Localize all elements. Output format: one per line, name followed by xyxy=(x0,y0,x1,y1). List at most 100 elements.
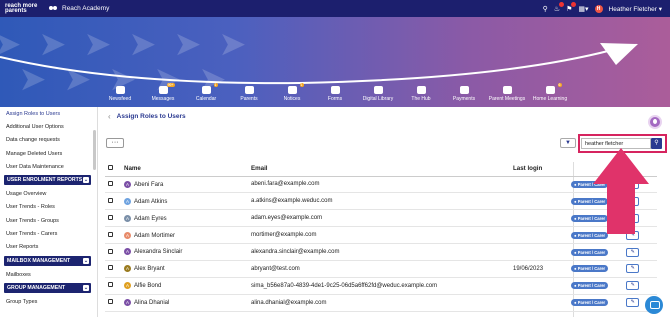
user-last-login xyxy=(510,294,568,312)
edit-role-icon[interactable]: ✎ xyxy=(626,196,640,206)
sidebar-item-group-types[interactable]: Group Types xyxy=(0,295,97,308)
nav-calendar[interactable]: 1 Calendar xyxy=(186,83,226,107)
more-options-button[interactable]: ··· xyxy=(106,138,124,148)
language-icon[interactable]: ▦▾ xyxy=(578,5,588,13)
user-name: Adam Mortimer xyxy=(134,232,176,239)
edit-role-icon[interactable]: ✎ xyxy=(626,179,640,189)
nav-parents[interactable]: Parents xyxy=(229,86,269,107)
nav-messages[interactable]: 99+ Messages xyxy=(143,83,183,107)
sidebar-scrollbar[interactable] xyxy=(93,130,96,170)
edit-role-icon[interactable]: ✎ xyxy=(626,230,640,240)
chevron-down-icon: ⌄ xyxy=(83,257,89,264)
role-badge[interactable]: ● Parent / Carer xyxy=(571,231,609,239)
table-row[interactable]: A Adam Atkins a.atkins@example.weduc.com ● … xyxy=(105,192,657,211)
sidebar-item-mailboxes[interactable]: Mailboxes xyxy=(0,268,97,281)
nav-payments[interactable]: Payments xyxy=(444,86,484,107)
table-row[interactable]: A Alex Bryant abryant@test.com 19/06/2023 ● … xyxy=(105,260,657,278)
user-email: abryant@test.com xyxy=(248,260,510,278)
user-email: alina.dhanial@example.com xyxy=(248,294,510,312)
sidebar-item-user-reports[interactable]: User Reports xyxy=(0,241,97,254)
role-badge[interactable]: ● Parent / Carer xyxy=(571,282,609,290)
nav-forms[interactable]: Forms xyxy=(315,86,355,107)
search-icon[interactable]: ⚲ xyxy=(651,138,662,149)
logo: reach more parents xyxy=(5,2,38,14)
breadcrumb: ‹ Assign Roles to Users xyxy=(108,112,186,121)
role-badge[interactable]: ● Parent / Carer xyxy=(571,214,609,222)
user-email: adam.eyes@example.com xyxy=(248,209,510,228)
role-badge[interactable]: ● Parent / Carer xyxy=(571,265,609,273)
search-icon[interactable]: ⚲ xyxy=(543,5,548,13)
nav-home-learning[interactable]: 6 Home Learning xyxy=(530,83,570,107)
row-checkbox[interactable] xyxy=(108,180,113,186)
sidebar-item-assign-roles[interactable]: Assign Roles to Users xyxy=(0,107,97,120)
edit-role-icon[interactable]: ✎ xyxy=(626,247,640,257)
search-input[interactable] xyxy=(581,138,651,149)
sidebar-item-additional-options[interactable]: Additional User Options xyxy=(0,120,97,133)
table-row[interactable]: A Alina Dhanial alina.dhanial@example.com ●… xyxy=(105,294,657,312)
sidebar-item-trends-carers[interactable]: User Trends - Carers xyxy=(0,227,97,240)
row-checkbox[interactable] xyxy=(108,299,113,305)
user-menu[interactable]: Heather Fletcher ▾ xyxy=(609,5,663,13)
user-last-login xyxy=(510,226,568,245)
sidebar-section-group[interactable]: GROUP MANAGEMENT ⌄ xyxy=(4,283,91,294)
chat-icon[interactable] xyxy=(645,296,663,314)
nav-digital-library[interactable]: Digital Library xyxy=(358,86,398,107)
back-icon[interactable]: ‹ xyxy=(108,112,111,121)
bell-icon[interactable]: ♨ xyxy=(554,1,565,13)
table-row[interactable]: A Abeni Fara abeni.fara@example.com ● Paren… xyxy=(105,176,657,194)
sidebar-item-trends-groups[interactable]: User Trends - Groups xyxy=(0,214,97,227)
sidebar-item-deleted-users[interactable]: Manage Deleted Users xyxy=(0,147,97,160)
avatar[interactable]: H xyxy=(594,4,603,13)
column-header-name[interactable]: Name xyxy=(121,162,248,177)
row-checkbox[interactable] xyxy=(108,248,113,254)
column-header-last-login[interactable]: Last login xyxy=(510,162,568,177)
sidebar-section-mailbox[interactable]: MAILBOX MANAGEMENT ⌄ xyxy=(4,255,91,266)
user-last-login xyxy=(510,277,568,295)
edit-role-icon[interactable]: ✎ xyxy=(626,298,640,308)
row-checkbox[interactable] xyxy=(108,231,113,237)
nav-notices[interactable]: 1 Notices xyxy=(272,83,312,107)
row-checkbox[interactable] xyxy=(108,265,113,271)
user-last-login xyxy=(510,243,568,261)
filter-icon[interactable]: ▼ xyxy=(560,138,576,148)
user-name: Adam Atkins xyxy=(134,198,168,205)
user-avatar: A xyxy=(124,214,131,222)
notification-icon[interactable]: ⚑ xyxy=(566,1,577,13)
row-checkbox[interactable] xyxy=(108,214,113,220)
table-row[interactable]: A Adam Eyres adam.eyes@example.com ● Parent… xyxy=(105,209,657,228)
user-last-login: 19/06/2023 xyxy=(510,260,568,278)
user-avatar: A xyxy=(124,282,131,290)
edit-role-icon[interactable]: ✎ xyxy=(626,213,640,223)
user-last-login xyxy=(510,192,568,211)
user-avatar: A xyxy=(124,231,131,239)
table-row[interactable]: A Alexandra Sinclair alexandra.sinclair@ex… xyxy=(105,243,657,261)
row-checkbox[interactable] xyxy=(108,282,113,288)
calendar-icon: 1 xyxy=(201,83,218,94)
role-badge[interactable]: ● Parent / Carer xyxy=(571,248,609,256)
edit-role-icon[interactable]: ✎ xyxy=(626,281,640,291)
sidebar-item-data-maintenance[interactable]: User Data Maintenance xyxy=(0,160,97,173)
table-row[interactable]: A Adam Mortimer mortimer@example.com ● Pare… xyxy=(105,226,657,245)
select-all-checkbox[interactable] xyxy=(108,165,113,171)
role-badge[interactable]: ● Parent / Carer xyxy=(571,299,609,307)
sidebar-item-usage[interactable]: Usage Overview xyxy=(0,187,97,200)
main-content: ‹ Assign Roles to Users ··· ▼ ⚲ Name Emai… xyxy=(100,107,670,317)
role-badge[interactable]: ● Parent / Carer xyxy=(571,181,609,189)
users-table: Name Email Last login A Abeni Fara abeni.f… xyxy=(105,162,657,312)
table-row[interactable]: A Alfie Bond sima_b56e87a0-4839-4de1-9c25-… xyxy=(105,277,657,295)
column-header-email[interactable]: Email xyxy=(248,162,510,177)
edit-role-icon[interactable]: ✎ xyxy=(626,264,640,274)
sidebar-section-enrolment[interactable]: USER ENROLMENT REPORTS ⌄ xyxy=(4,175,91,186)
help-bubble-icon[interactable] xyxy=(648,115,662,129)
school-selector[interactable]: Reach Academy xyxy=(49,5,109,12)
sidebar-item-data-change[interactable]: Data change requests xyxy=(0,134,97,147)
role-badge[interactable]: ● Parent / Carer xyxy=(571,197,609,205)
nav-parent-meetings[interactable]: Parent Meetings xyxy=(487,86,527,107)
sidebar-item-trends-roles[interactable]: User Trends - Roles xyxy=(0,201,97,214)
nav-the-hub[interactable]: The Hub xyxy=(401,86,441,107)
nav-newsfeed[interactable]: Newsfeed xyxy=(100,86,140,107)
user-name: Abeni Fara xyxy=(134,181,164,188)
user-name: Alexandra Sinclair xyxy=(134,249,183,256)
row-checkbox[interactable] xyxy=(108,197,113,203)
user-avatar: A xyxy=(124,265,131,273)
